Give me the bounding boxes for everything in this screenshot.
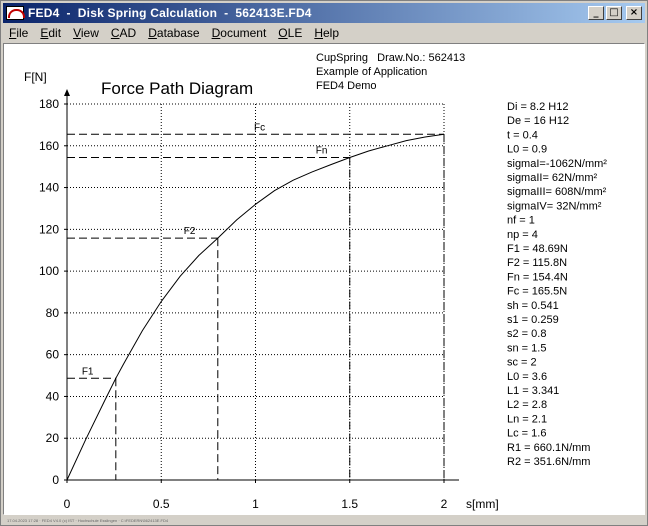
parameter-item: sigmaIV= 32N/mm² — [507, 200, 602, 212]
parameter-item: sc = 2 — [507, 357, 537, 369]
y-tick-label: 100 — [39, 264, 59, 278]
parameter-item: Fn = 154.4N — [507, 271, 568, 283]
x-tick-label: 0 — [64, 497, 71, 511]
y-axis-arrow — [64, 89, 70, 96]
close-button[interactable]: × — [626, 6, 642, 20]
marker-Fn-label: Fn — [316, 145, 328, 156]
parameter-item: L2 = 2.8 — [507, 399, 547, 411]
menu-bar: File Edit View CAD Database Document OLE… — [3, 24, 645, 42]
y-tick-label: 0 — [52, 473, 59, 487]
parameter-item: De = 16 H12 — [507, 115, 569, 127]
app-window: FED4 - Disk Spring Calculation - 562413E… — [0, 0, 648, 526]
parameter-item: np = 4 — [507, 229, 538, 241]
app-icon[interactable] — [6, 6, 25, 20]
parameter-item: sigmaIII= 608N/mm² — [507, 186, 607, 198]
marker-F2-label: F2 — [184, 226, 196, 237]
x-tick-label: 1.5 — [341, 497, 358, 511]
x-axis-label: s[mm] — [466, 497, 499, 511]
header-line-3: FED4 Demo — [316, 80, 377, 92]
menu-view[interactable]: View — [67, 24, 105, 42]
menu-document[interactable]: Document — [206, 24, 273, 42]
status-bar: 17.04.2023 17:28 · FED4 V4.0 (c) IST · H… — [7, 518, 169, 523]
parameter-item: Di = 8.2 H12 — [507, 101, 568, 113]
y-axis-label: F[N] — [24, 70, 47, 84]
parameter-item: Ln = 2.1 — [507, 413, 547, 425]
chart-title: Force Path Diagram — [101, 79, 253, 98]
y-tick-label: 180 — [39, 97, 59, 111]
x-tick-label: 1 — [252, 497, 259, 511]
force-path-chart: 0 20 40 60 80 100 120 140 160 180 0 0.5 1 1.5 2 F1 F2 Fn… — [24, 52, 607, 511]
y-tick-label: 80 — [46, 306, 60, 320]
header-line-1: CupSpring Draw.No.: 562413 — [316, 52, 465, 64]
parameter-item: Fc = 165.5N — [507, 286, 567, 298]
parameter-item: Lc = 1.6 — [507, 428, 546, 440]
minimize-button[interactable]: _ — [588, 6, 604, 20]
y-tick-label: 60 — [46, 348, 60, 362]
chart-markers: F1 F2 Fn Fc — [67, 122, 445, 480]
parameter-item: L1 = 3.341 — [507, 385, 559, 397]
document-area[interactable]: 0 20 40 60 80 100 120 140 160 180 0 0.5 1 1.5 2 F1 F2 Fn… — [3, 43, 645, 515]
parameter-list: Di = 8.2 H12 De = 16 H12 t = 0.4 L0 = 0.9 si… — [507, 101, 607, 468]
parameter-item: s1 = 0.259 — [507, 314, 559, 326]
parameter-item: L0 = 3.6 — [507, 371, 547, 383]
menu-cad[interactable]: CAD — [105, 24, 142, 42]
parameter-item: sh = 0.541 — [507, 300, 559, 312]
parameter-item: F2 = 115.8N — [507, 257, 567, 269]
parameter-item: sn = 1.5 — [507, 342, 546, 354]
y-tick-label: 120 — [39, 222, 59, 236]
window-title: FED4 - Disk Spring Calculation - 562413E… — [28, 6, 312, 20]
marker-F1-label: F1 — [82, 366, 94, 377]
parameter-item: R1 = 660.1N/mm — [507, 442, 590, 454]
menu-ole[interactable]: OLE — [272, 24, 308, 42]
y-tick-label: 140 — [39, 181, 59, 195]
maximize-button[interactable]: □ — [606, 6, 622, 20]
parameter-item: s2 = 0.8 — [507, 328, 546, 340]
header-line-2: Example of Application — [316, 66, 427, 78]
menu-edit[interactable]: Edit — [34, 24, 67, 42]
chart-axes — [64, 89, 459, 481]
parameter-item: sigmaII= 62N/mm² — [507, 172, 597, 184]
x-tick-label: 2 — [441, 497, 448, 511]
menu-database[interactable]: Database — [142, 24, 205, 42]
parameter-item: F1 = 48.69N — [507, 243, 568, 255]
parameter-item: sigmaI=-1062N/mm² — [507, 158, 607, 170]
menu-file[interactable]: File — [3, 24, 34, 42]
marker-Fc-label: Fc — [254, 122, 265, 133]
parameter-item: t = 0.4 — [507, 129, 538, 141]
title-bar[interactable]: FED4 - Disk Spring Calculation - 562413E… — [3, 3, 645, 23]
chart-grid — [67, 103, 445, 480]
menu-help[interactable]: Help — [308, 24, 345, 42]
parameter-item: L0 = 0.9 — [507, 144, 547, 156]
parameter-item: R2 = 351.6N/mm — [507, 456, 590, 468]
y-tick-label: 40 — [46, 389, 60, 403]
x-tick-label: 0.5 — [153, 497, 170, 511]
y-tick-label: 20 — [46, 431, 60, 445]
chart-ticks: 0 20 40 60 80 100 120 140 160 180 0 0.5 1 1.5 2 — [39, 97, 448, 511]
parameter-item: nf = 1 — [507, 215, 535, 227]
y-tick-label: 160 — [39, 139, 59, 153]
